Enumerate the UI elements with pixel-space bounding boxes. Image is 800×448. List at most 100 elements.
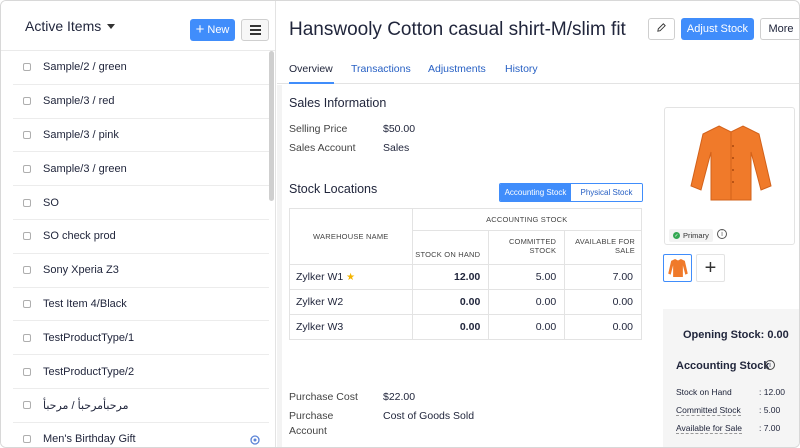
physical-stock-toggle[interactable]: Physical Stock bbox=[571, 184, 642, 201]
list-item[interactable]: TestProductType/2 bbox=[13, 355, 269, 389]
available-cell: 7.00 bbox=[564, 264, 642, 290]
selling-price-value: $50.00 bbox=[383, 123, 416, 135]
item-title: Hanswooly Cotton casual shirt-M/slim fit bbox=[289, 19, 626, 40]
primary-label: Primary bbox=[683, 231, 709, 240]
primary-image-badge: ✓ Primary bbox=[669, 229, 713, 242]
col-group-accounting: ACCOUNTING STOCK bbox=[411, 208, 643, 231]
item-checkbox[interactable] bbox=[23, 63, 31, 72]
item-checkbox[interactable] bbox=[23, 266, 31, 275]
warehouse-name-cell: Zylker W2 bbox=[289, 289, 413, 315]
tab-history[interactable]: History bbox=[505, 63, 538, 75]
item-name: Sony Xperia Z3 bbox=[43, 264, 119, 277]
more-button[interactable]: More bbox=[760, 18, 799, 40]
new-item-button[interactable]: + New bbox=[190, 19, 235, 41]
list-view-label: Active Items bbox=[25, 17, 102, 34]
committed-cell: 5.00 bbox=[488, 264, 566, 290]
purchase-cost-value: $22.00 bbox=[383, 391, 416, 403]
list-item[interactable]: Sample/2 / green bbox=[13, 51, 269, 85]
available-for-sale-label[interactable]: Available for Sale bbox=[676, 423, 742, 434]
detail-scrollbar[interactable] bbox=[277, 85, 282, 447]
stock-on-hand-value: : 12.00 bbox=[759, 387, 785, 397]
col-committed-stock: COMMITTED STOCK bbox=[488, 230, 566, 265]
edit-button[interactable] bbox=[648, 18, 675, 40]
list-item[interactable]: Sony Xperia Z3 bbox=[13, 254, 269, 288]
image-thumbnail[interactable] bbox=[663, 254, 692, 282]
check-icon: ✓ bbox=[673, 232, 680, 239]
opening-stock: Opening Stock: 0.00 bbox=[683, 329, 789, 341]
shirt-image[interactable] bbox=[689, 122, 773, 204]
list-item[interactable]: Sample/3 / pink bbox=[13, 119, 269, 153]
info-icon[interactable]: i bbox=[765, 360, 775, 370]
info-icon[interactable]: i bbox=[717, 229, 727, 239]
on-hand-cell: 12.00 bbox=[411, 264, 490, 290]
item-checkbox[interactable] bbox=[23, 97, 31, 106]
committed-stock-label[interactable]: Committed Stock bbox=[676, 405, 741, 416]
stock-on-hand-label: Stock on Hand bbox=[676, 387, 732, 397]
add-image-button[interactable]: + bbox=[696, 254, 725, 282]
sales-info-title: Sales Information bbox=[289, 96, 387, 110]
item-checkbox[interactable] bbox=[23, 232, 31, 241]
item-name: Sample/3 / green bbox=[43, 162, 127, 175]
list-item[interactable]: Men's Birthday Gift bbox=[13, 423, 269, 447]
list-item[interactable]: Sample/3 / green bbox=[13, 152, 269, 187]
committed-cell: 0.00 bbox=[488, 314, 566, 340]
warehouse-name: Zylker W1 bbox=[296, 271, 344, 283]
committed-cell: 0.00 bbox=[488, 289, 566, 315]
new-item-label: New bbox=[207, 24, 230, 36]
adjust-stock-button[interactable]: Adjust Stock bbox=[681, 18, 754, 40]
table-row: Zylker W3 0.00 0.00 0.00 bbox=[289, 314, 642, 340]
col-stock-on-hand: STOCK ON HAND bbox=[411, 230, 490, 265]
item-checkbox[interactable] bbox=[23, 367, 31, 376]
purchase-cost-label: Purchase Cost bbox=[289, 391, 358, 403]
gift-composite-icon bbox=[249, 434, 261, 446]
list-item[interactable]: SO bbox=[13, 186, 269, 220]
list-item[interactable]: SO check prod bbox=[13, 220, 269, 254]
committed-stock-value: : 5.00 bbox=[759, 405, 781, 415]
purchase-account-label-2: Account bbox=[289, 425, 327, 437]
accounting-stock-toggle[interactable]: Accounting Stock bbox=[500, 184, 571, 201]
col-available-for-sale: AVAILABLE FOR SALE bbox=[564, 230, 642, 265]
stock-type-toggle: Accounting Stock Physical Stock bbox=[499, 183, 643, 202]
list-item[interactable]: TestProductType/1 bbox=[13, 321, 269, 356]
table-row: Zylker W1 ★ 12.00 5.00 7.00 bbox=[289, 264, 642, 290]
item-name: Men's Birthday Gift bbox=[43, 433, 136, 446]
tab-transactions[interactable]: Transactions bbox=[351, 63, 411, 75]
hamburger-icon bbox=[249, 25, 261, 27]
pencil-icon bbox=[656, 22, 667, 36]
item-checkbox[interactable] bbox=[23, 299, 31, 308]
tab-adjustments[interactable]: Adjustments bbox=[428, 63, 486, 75]
item-list: Sample/2 / green Sample/3 / red Sample/3… bbox=[13, 51, 269, 447]
item-name: SO bbox=[43, 196, 59, 209]
app-window: Active Items + New Sample/2 / green Samp… bbox=[0, 0, 800, 448]
list-view-selector[interactable]: Active Items bbox=[25, 17, 116, 34]
purchase-account-label: Purchase bbox=[289, 410, 334, 422]
list-menu-button[interactable] bbox=[241, 19, 269, 41]
tab-overview[interactable]: Overview bbox=[289, 63, 333, 75]
item-checkbox[interactable] bbox=[23, 198, 31, 207]
plus-icon: + bbox=[195, 20, 205, 38]
available-for-sale-value: : 7.00 bbox=[759, 423, 781, 433]
item-checkbox[interactable] bbox=[23, 130, 31, 139]
item-name: SO check prod bbox=[43, 230, 116, 243]
detail-tabs: Overview Transactions Adjustments Histor… bbox=[277, 53, 799, 84]
list-item[interactable]: Test Item 4/Black bbox=[13, 288, 269, 322]
list-item[interactable]: Sample/3 / red bbox=[13, 85, 269, 119]
selling-price-label: Selling Price bbox=[289, 123, 348, 135]
list-scrollbar[interactable] bbox=[269, 51, 274, 201]
plus-icon: + bbox=[704, 256, 717, 279]
stock-locations-title: Stock Locations bbox=[289, 182, 378, 196]
stock-summary-panel: Opening Stock: 0.00 Accounting Stock i S… bbox=[663, 309, 799, 447]
available-cell: 0.00 bbox=[564, 314, 642, 340]
on-hand-cell: 0.00 bbox=[411, 289, 490, 315]
active-tab-indicator bbox=[289, 82, 334, 84]
item-name: Test Item 4/Black bbox=[43, 297, 127, 310]
sales-account-value: Sales bbox=[383, 142, 410, 154]
item-checkbox[interactable] bbox=[23, 401, 31, 410]
warehouse-name-cell: Zylker W1 ★ bbox=[289, 264, 413, 290]
list-item[interactable]: مرحبأمرحبأ / مرحبأ bbox=[13, 389, 269, 423]
item-name: مرحبأمرحبأ / مرحبأ bbox=[43, 399, 129, 412]
item-checkbox[interactable] bbox=[23, 164, 31, 173]
item-checkbox[interactable] bbox=[23, 435, 31, 444]
col-warehouse-name: WAREHOUSE NAME bbox=[289, 208, 413, 265]
item-checkbox[interactable] bbox=[23, 333, 31, 342]
